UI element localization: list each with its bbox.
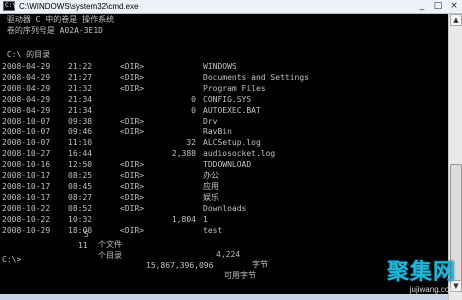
listing-time: 21:22 (68, 62, 93, 71)
listing-time: 12:50 (68, 160, 93, 170)
listing-dir-flag: <DIR> (120, 127, 145, 137)
listing-name: CONFIG.SYS (203, 94, 252, 104)
listing-date: 2008-04-29 (2, 62, 51, 71)
listing-time: 08:45 (68, 181, 93, 191)
listing-dir-flag: <DIR> (120, 160, 145, 170)
listing-dir-flag: <DIR> (120, 203, 145, 213)
listing-name: WINDOWS (203, 62, 237, 71)
listing-time: 08:25 (68, 171, 93, 180)
listing-time: 09:38 (68, 116, 93, 126)
cmd-window: C:\ C:\WINDOWS\system32\cmd.exe _ □ × 驱动… (0, 0, 462, 300)
close-button[interactable]: × (446, 0, 462, 12)
listing-dir-flag: <DIR> (120, 181, 145, 191)
listing-date: 2008-04-29 (2, 72, 51, 82)
listing-dir-flag: <DIR> (120, 225, 145, 235)
listing-date: 2008-10-07 (2, 138, 51, 148)
listing-name: Downloads (203, 203, 247, 213)
listing-dir-flag: <DIR> (120, 83, 145, 93)
listing-name: RavBin (203, 127, 232, 137)
console-output[interactable]: 驱动器 C 中的卷是 操作系统 卷的序列号是 A02A-3E1D C:\ 的目录… (0, 14, 448, 294)
maximize-button[interactable]: □ (430, 0, 446, 12)
listing-name: 应用 (203, 181, 219, 191)
serial-number-line: 卷的序列号是 A02A-3E1D (2, 26, 103, 35)
listing-name: ALCSetup.log (203, 138, 261, 148)
listing-date: 2008-10-16 (2, 160, 51, 170)
listing-dir-flag: <DIR> (120, 62, 145, 71)
listing-time: 08:52 (68, 203, 93, 213)
scroll-up-arrow-icon[interactable]: ▲ (450, 14, 462, 26)
listing-dir-flag: <DIR> (120, 72, 145, 82)
listing-time: 21:34 (68, 105, 93, 115)
listing-size: 2,388 (171, 149, 196, 159)
cmd-icon[interactable]: C:\ (3, 1, 16, 11)
minimize-button[interactable]: _ (414, 0, 430, 12)
listing-dir-flag: <DIR> (120, 171, 145, 180)
listing-date: 2008-10-07 (2, 127, 51, 137)
listing-name: Program Files (203, 83, 266, 93)
directory-of-line: C:\ 的目录 (2, 50, 51, 59)
listing-time: 21:34 (68, 94, 93, 104)
listing-date: 2008-10-17 (2, 192, 51, 202)
listing-size: 0 (191, 105, 196, 115)
window-title: C:\WINDOWS\system32\cmd.exe (19, 2, 139, 11)
title-bar[interactable]: C:\ C:\WINDOWS\system32\cmd.exe _ □ × (0, 0, 462, 14)
watermark-logo: 聚集网 (386, 260, 456, 285)
listing-size: 1,804 (171, 214, 196, 224)
listing-name: 娱乐 (203, 192, 219, 202)
vertical-scrollbar[interactable]: ▲ ▼ (448, 14, 462, 300)
listing-time: 10:32 (68, 214, 93, 224)
listing-time: 09:46 (68, 127, 93, 137)
listing-time: 21:32 (68, 83, 93, 93)
listing-name: TDDOWNLOAD (203, 160, 252, 170)
listing-time: 11:10 (68, 138, 93, 148)
listing-dir-flag: <DIR> (120, 192, 145, 202)
listing-name: 办公 (203, 171, 219, 180)
listing-date: 2008-04-29 (2, 94, 51, 104)
listing-size: 0 (191, 94, 196, 104)
listing-date: 2008-04-29 (2, 105, 51, 115)
listing-name: test (203, 225, 223, 235)
listing-time: 16:44 (68, 149, 93, 159)
listing-size: 32 (186, 138, 196, 148)
watermark-url: jujiwang.com (409, 285, 456, 294)
listing-date: 2008-10-22 (2, 203, 51, 213)
listing-dir-flag: <DIR> (120, 116, 145, 126)
listing-date: 2008-04-29 (2, 83, 51, 93)
listing-time: 21:27 (68, 72, 93, 82)
listing-name: Drv (203, 116, 218, 126)
listing-name: Documents and Settings (203, 72, 309, 82)
watermark: 聚集网 jujiwang.com (386, 260, 456, 295)
listing-name: 1 (203, 214, 208, 224)
listing-date: 2008-10-07 (2, 116, 51, 126)
drive-label-line: 驱动器 C 中的卷是 操作系统 (2, 15, 115, 24)
listing-date: 2008-10-17 (2, 171, 51, 180)
command-prompt[interactable]: C:\> (2, 255, 21, 265)
listing-date: 2008-10-17 (2, 181, 51, 191)
listing-name: audiosocket.log (203, 149, 276, 159)
listing-time: 08:27 (68, 192, 93, 202)
listing-name: AUTOEXEC.BAT (203, 105, 261, 115)
listing-date: 2008-10-27 (2, 149, 51, 159)
